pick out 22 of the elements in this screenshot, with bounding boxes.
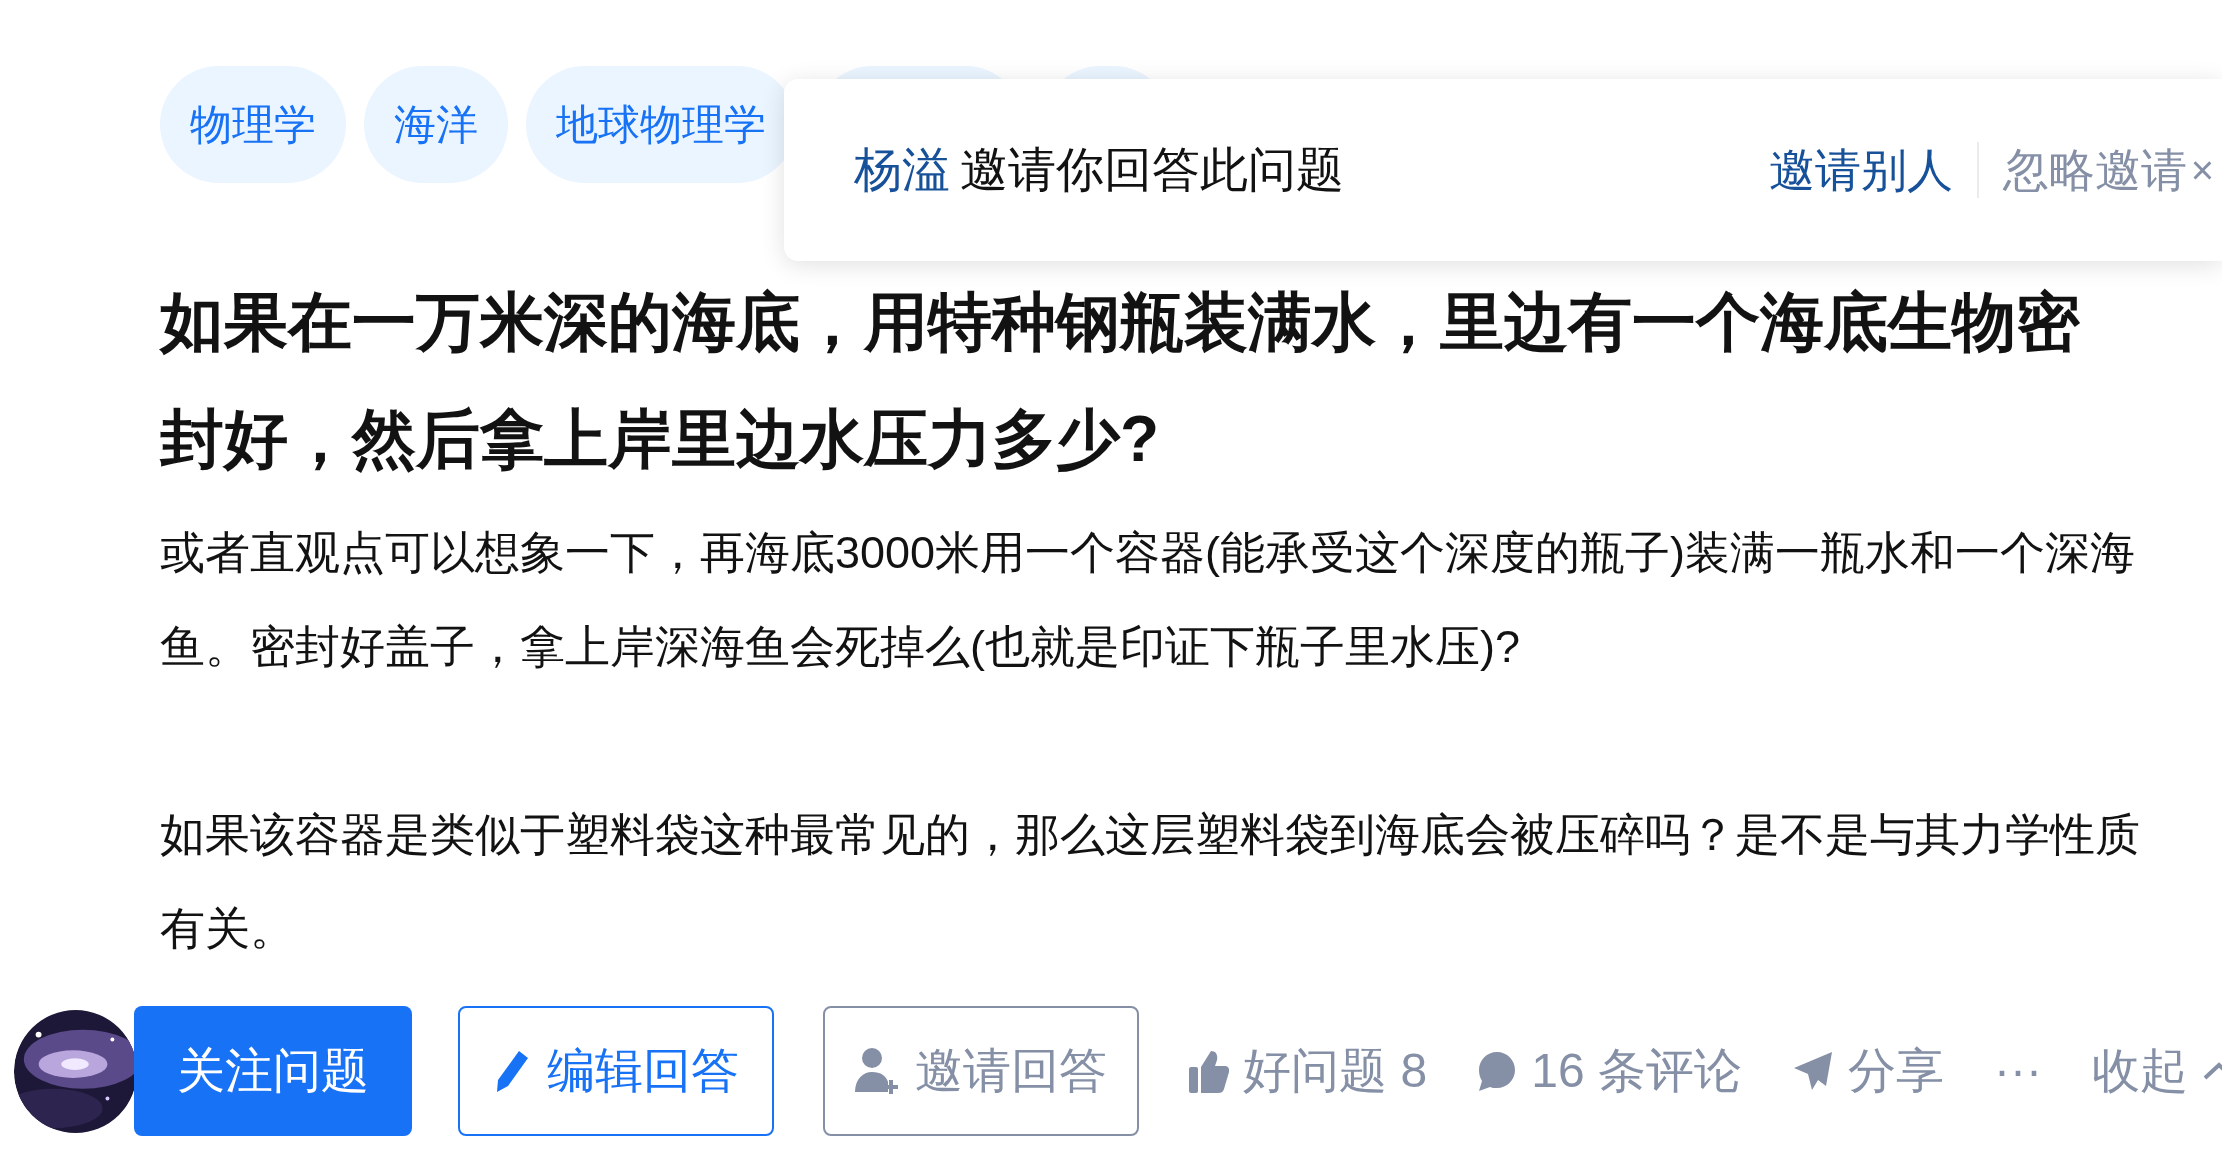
action-button[interactable]: 收起	[2092, 1035, 2222, 1107]
send-icon	[1792, 1050, 1835, 1092]
close-icon[interactable]: ×	[2190, 140, 2214, 200]
action-button[interactable]: ···	[1994, 1035, 2042, 1107]
topic-tag[interactable]: 海洋	[364, 66, 508, 183]
ignore-invite-link[interactable]: 忽略邀请	[2002, 135, 2187, 205]
comment-icon	[1477, 1050, 1518, 1092]
description-paragraph: 如果该容器是类似于塑料袋这种最常见的，那么这层塑料袋到海底会被压碎吗？是不是与其力学性质有关。	[160, 808, 2140, 956]
invite-message: 邀请你回答此问题	[960, 142, 1344, 198]
thumbs-up-icon	[1189, 1049, 1230, 1093]
inviter-link[interactable]: 杨溢	[854, 134, 950, 206]
topic-tag[interactable]: 物理学	[160, 66, 346, 183]
invite-answer-button[interactable]: 邀请回答	[823, 1006, 1140, 1136]
action-button[interactable]: 好问题 8	[1189, 1035, 1428, 1107]
invite-others-link[interactable]: 邀请别人	[1768, 135, 1953, 205]
action-button[interactable]: 16 条评论	[1477, 1035, 1743, 1107]
edit-answer-button[interactable]: 编辑回答	[458, 1006, 775, 1136]
action-button[interactable]: 分享	[1792, 1035, 1945, 1107]
question-title: 如果在一万米深的海底，用特种钢瓶装满水，里边有一个海底生物密封好，然后拿上岸里边水压力多少?	[160, 285, 2081, 477]
person-add-icon	[855, 1046, 900, 1096]
follow-button[interactable]: 关注问题	[134, 1006, 413, 1136]
description-paragraph: 或者直观点可以想象一下，再海底3000米用一个容器(能承受这个深度的瓶子)装满一瓶水和一个深海鱼。密封好盖子，拿上岸深海鱼会死掉么(也就是印证下瓶子里水压)?	[160, 526, 2137, 674]
